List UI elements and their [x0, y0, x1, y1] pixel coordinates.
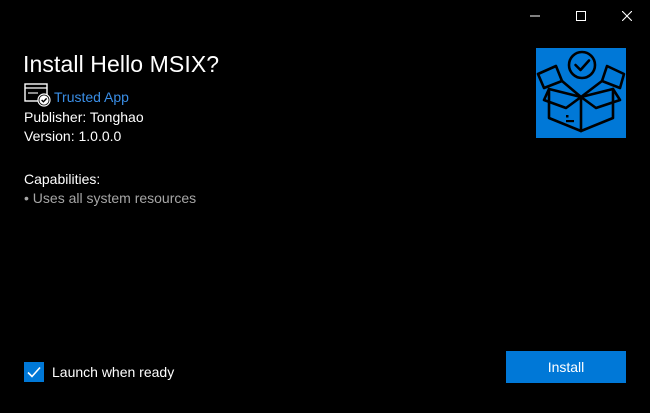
launch-label: Launch when ready	[52, 364, 175, 380]
version-text: Version: 1.0.0.0	[24, 128, 122, 144]
minimize-icon	[530, 15, 540, 17]
close-button[interactable]	[604, 0, 650, 32]
certificate-icon	[24, 83, 51, 107]
close-icon	[622, 11, 632, 21]
installer-window: Install Hello MSIX? Trusted App Publishe…	[0, 0, 650, 413]
checkmark-icon	[27, 366, 41, 378]
package-box-icon	[536, 50, 626, 133]
page-title: Install Hello MSIX?	[23, 51, 220, 77]
capability-item: • Uses all system resources	[24, 190, 197, 206]
publisher-text: Publisher: Tonghao	[24, 109, 144, 125]
launch-checkbox[interactable]	[24, 362, 44, 382]
trusted-app-link[interactable]: Trusted App	[54, 89, 129, 105]
maximize-icon	[576, 11, 586, 21]
launch-when-ready-row[interactable]: Launch when ready	[24, 362, 174, 382]
minimize-button[interactable]	[512, 0, 558, 32]
maximize-button[interactable]	[558, 0, 604, 32]
trusted-app-row: Trusted App	[24, 83, 129, 107]
caption-buttons	[512, 0, 650, 32]
app-logo	[536, 48, 626, 138]
install-button[interactable]: Install	[506, 351, 626, 383]
capabilities-header: Capabilities:	[24, 171, 101, 187]
